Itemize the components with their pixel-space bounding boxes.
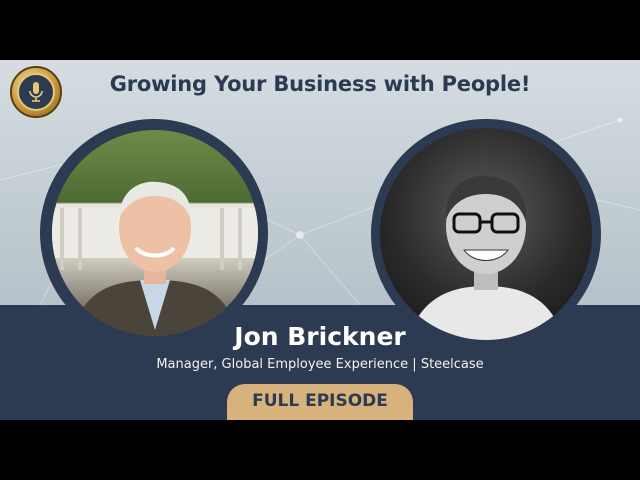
episode-thumbnail: Growing Your Business with People! Jon B…: [0, 60, 640, 420]
host-photo: [52, 130, 258, 336]
episode-title: Growing Your Business with People!: [109, 72, 531, 96]
guest-role: Manager, Global Employee Experience | St…: [156, 357, 484, 372]
full-episode-badge: FULL EPISODE: [227, 384, 413, 420]
letterbox-bottom: [0, 420, 640, 480]
podcast-microphone-logo-icon: [10, 66, 62, 118]
letterbox-top: [0, 0, 640, 60]
guest-photo: [380, 128, 592, 340]
guest-name: Jon Brickner: [234, 322, 406, 351]
